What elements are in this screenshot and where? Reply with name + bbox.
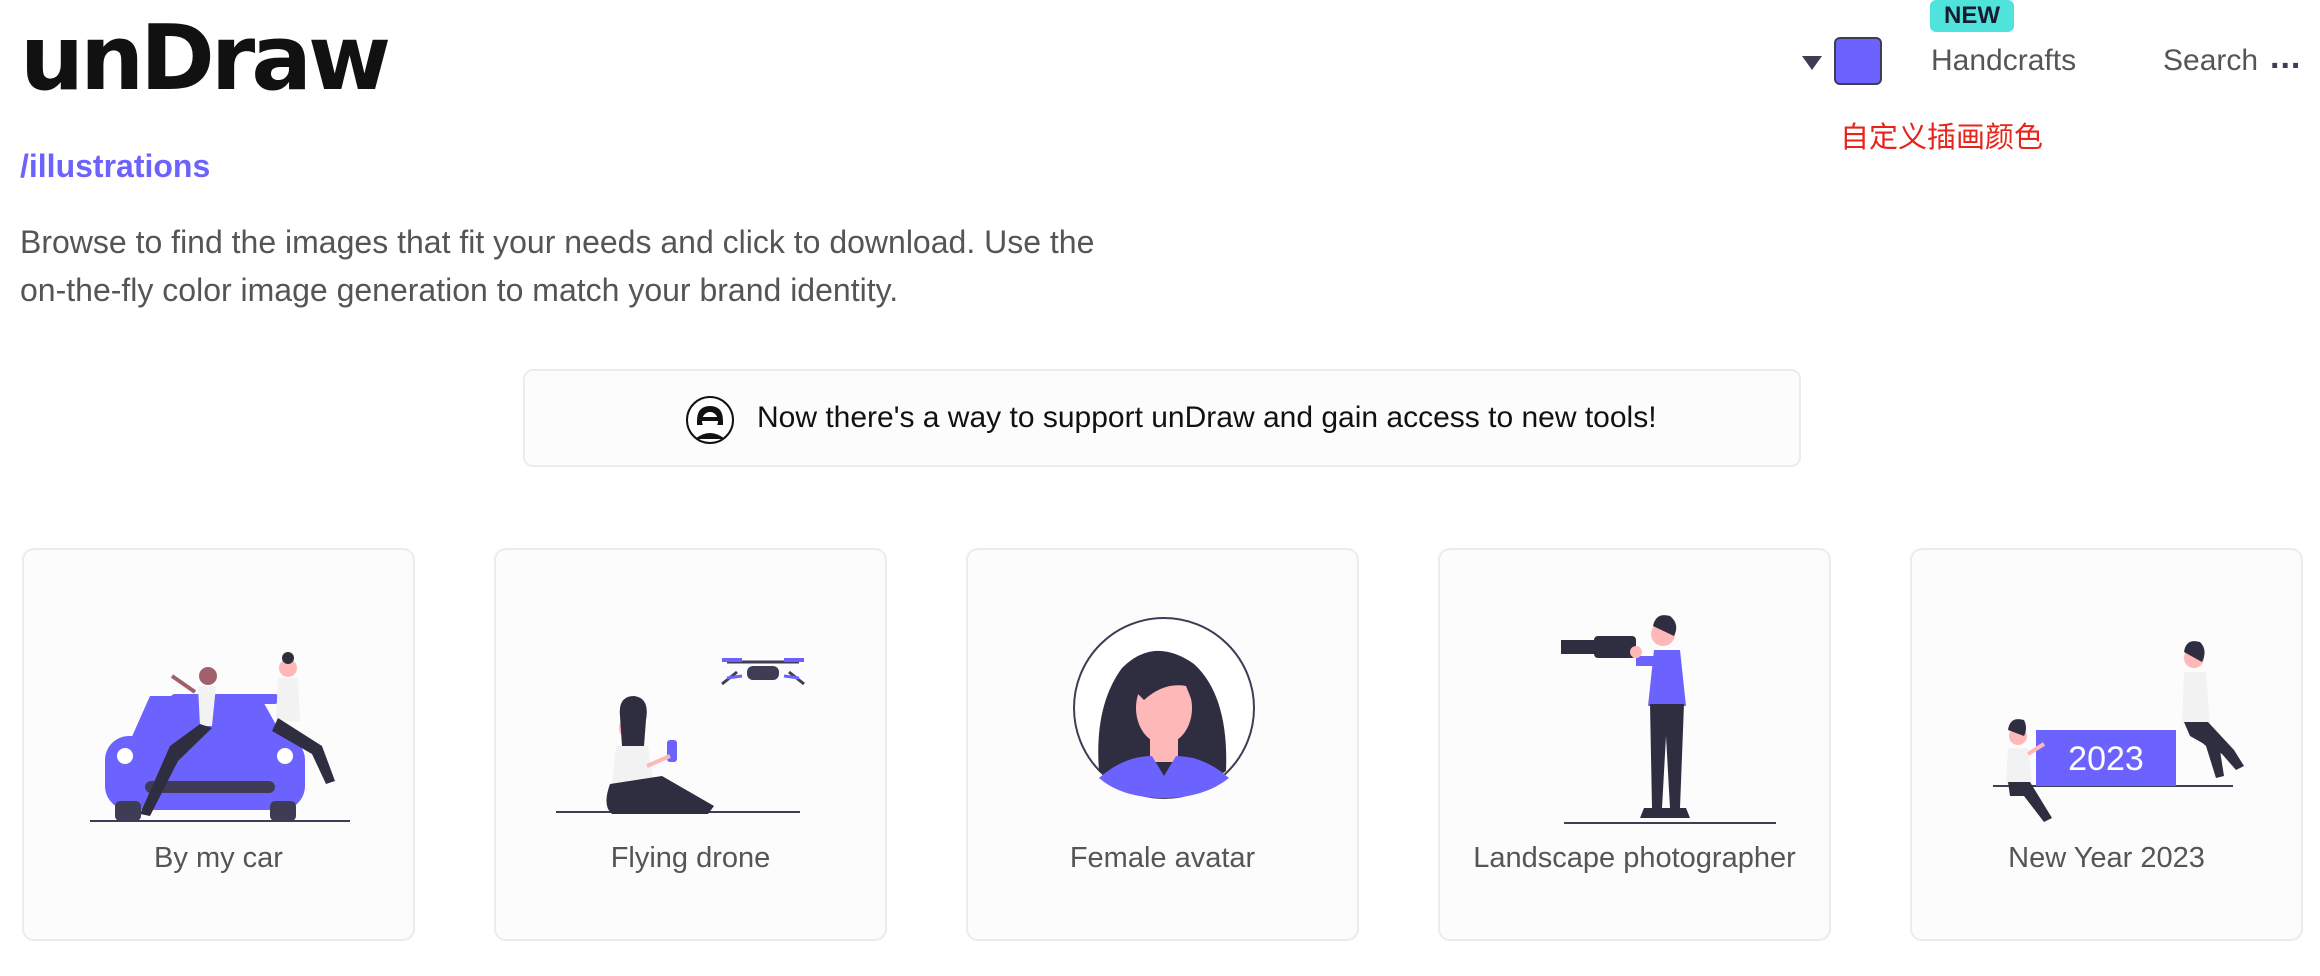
illustration-card-landscape-photographer[interactable]: Landscape photographer bbox=[1438, 548, 1831, 941]
more-menu-icon[interactable]: ... bbox=[2270, 38, 2301, 77]
section-path: /illustrations bbox=[20, 148, 211, 184]
color-annotation: 自定义插画颜色 bbox=[1840, 120, 2044, 154]
intro-text: Browse to find the images that fit your … bbox=[20, 224, 1095, 308]
illustration-card-flying-drone[interactable]: Flying drone bbox=[494, 548, 887, 941]
new-year-illustration: 2023 bbox=[1993, 641, 2244, 822]
new-badge: NEW bbox=[1930, 0, 2014, 32]
logo[interactable]: unDraw bbox=[20, 14, 391, 104]
avatar-icon bbox=[686, 396, 734, 444]
nav-search-link[interactable]: Search bbox=[2163, 44, 2258, 78]
illustration-card-by-my-car[interactable]: By my car bbox=[22, 548, 415, 941]
card-title: New Year 2023 bbox=[2008, 842, 2205, 874]
illustration-card-female-avatar[interactable]: Female avatar bbox=[966, 548, 1359, 941]
card-title: Flying drone bbox=[610, 842, 771, 874]
color-dropdown-caret-icon[interactable] bbox=[1802, 56, 1822, 70]
card-title: Female avatar bbox=[1069, 842, 1256, 874]
top-nav: NEW Handcrafts Search ... bbox=[1720, 0, 2320, 130]
female-avatar-illustration bbox=[1073, 617, 1255, 799]
color-picker-swatch[interactable] bbox=[1834, 37, 1882, 85]
photographer-illustration bbox=[1561, 615, 1776, 824]
drone-illustration bbox=[556, 658, 805, 814]
card-title: By my car bbox=[154, 842, 283, 874]
card-title: Landscape photographer bbox=[1473, 842, 1796, 874]
support-banner[interactable]: Now there's a way to support unDraw and … bbox=[523, 369, 1801, 467]
nav-handcrafts-link[interactable]: Handcrafts bbox=[1931, 44, 2076, 78]
banner-year-text: 2023 bbox=[2068, 740, 2144, 778]
illustration-card-new-year-2023[interactable]: 2023 New Year 2023 bbox=[1910, 548, 2303, 941]
car-illustration bbox=[90, 652, 350, 822]
banner-text: Now there's a way to support unDraw and … bbox=[757, 401, 1657, 434]
